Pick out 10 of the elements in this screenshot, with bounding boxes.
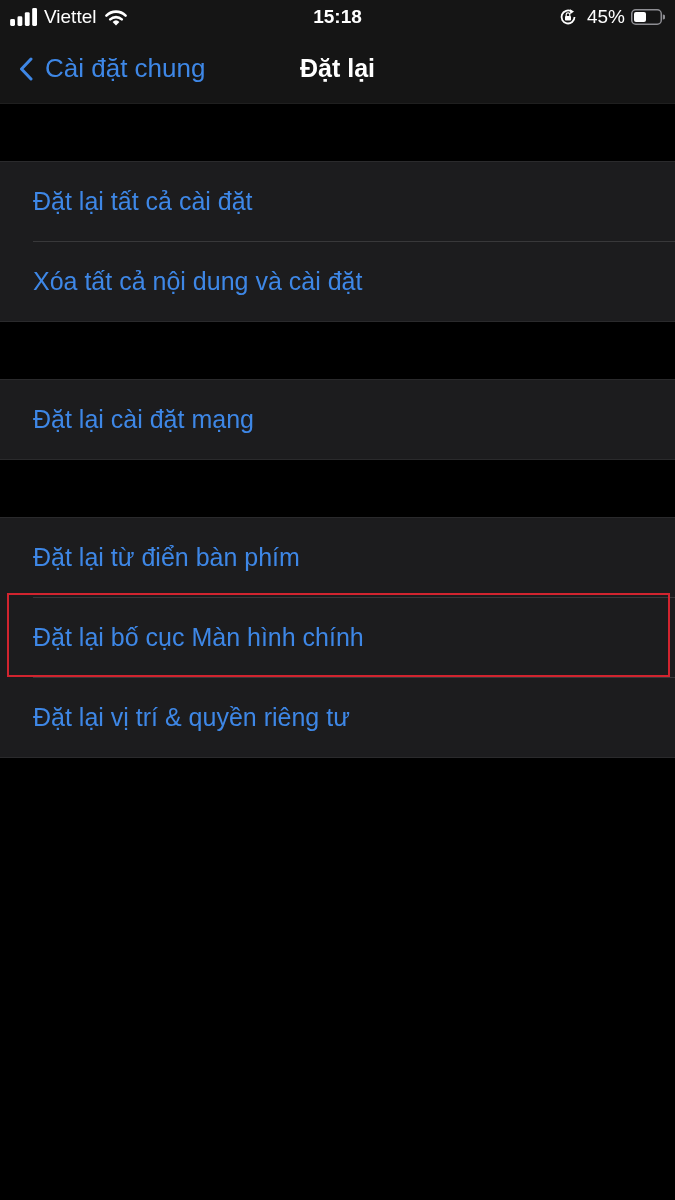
rotation-lock-icon: [558, 8, 577, 26]
status-time: 15:18: [313, 6, 362, 28]
back-chevron-icon: [19, 56, 33, 81]
battery-percent: 45%: [586, 6, 625, 28]
carrier-name: Viettel: [44, 6, 97, 28]
page-title: Đặt lại: [300, 54, 375, 83]
signal-bars-icon: [10, 8, 38, 26]
back-button[interactable]: Cài đặt chung: [0, 46, 206, 91]
wifi-icon: [104, 8, 129, 26]
battery-icon: [631, 9, 665, 25]
